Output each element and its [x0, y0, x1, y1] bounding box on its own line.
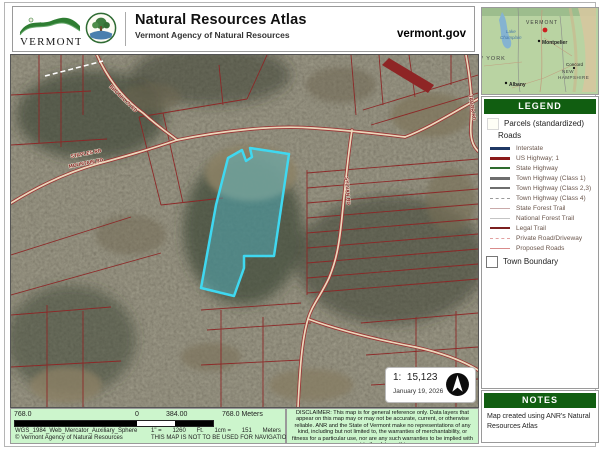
- lake-label-1: Lake: [506, 29, 516, 34]
- disclaimer-panel: DISCLAIMER: This map is for general refe…: [286, 408, 479, 444]
- road-item-label: Town Highway (Class 4): [516, 195, 586, 202]
- projection-label: WGS_1984_Web_Mercator_Auxiliary_Sphere: [15, 428, 137, 434]
- road-style-swatch: [490, 248, 510, 249]
- legend-town-boundary-item: Town Boundary: [482, 256, 598, 267]
- scalebar-panel: 768.0 0 384.00 768.0 Meters WGS_1984_Web…: [10, 408, 286, 444]
- anr-seal-icon: [85, 12, 117, 44]
- road-item-label: State Forest Trail: [516, 205, 566, 212]
- road-style-swatch: [490, 208, 510, 209]
- page-title: Natural Resources Atlas: [135, 12, 307, 28]
- road-item-label: Town Highway (Class 2,3): [516, 185, 591, 192]
- legend-header: LEGEND: [484, 99, 596, 114]
- legend-road-item: Town Highway (Class 4): [482, 193, 598, 203]
- notes-header: NOTES: [484, 393, 596, 408]
- notes-body: Map created using ANR's Natural Resource…: [482, 410, 598, 434]
- cm-scale-value: 151: [242, 428, 252, 434]
- road-item-label: Interstate: [516, 145, 543, 152]
- location-marker: [543, 28, 548, 33]
- road-style-swatch: [490, 198, 510, 199]
- cm-scale-unit: Meters: [263, 428, 281, 434]
- vermont-gov-link[interactable]: vermont.gov: [397, 28, 466, 40]
- legend-roads-group: Roads: [482, 130, 598, 141]
- moon-icon: [29, 18, 33, 22]
- road-item-label: Private Road/Driveway: [516, 235, 582, 242]
- nh-label-2: HAMPSHIRE: [558, 75, 589, 80]
- scalebar-mid-value: 384.00: [166, 411, 187, 418]
- map-date: January 19, 2026: [393, 388, 443, 395]
- road-style-swatch: [490, 167, 510, 169]
- page-subtitle: Vermont Agency of Natural Resources: [135, 30, 307, 40]
- scale-info-box: 1: 15,123 January 19, 2026: [385, 367, 476, 403]
- overview-map-canvas: VERMONT Lake Champlain Montpelier NEW YO…: [482, 8, 596, 92]
- header: VERMONT Natural Resources Atlas Vermont …: [12, 6, 475, 52]
- vermont-logo: VERMONT: [19, 10, 81, 48]
- road-item-label: State Highway: [516, 165, 558, 172]
- scalebar-zero-value: 0: [135, 411, 139, 418]
- scalebar-left-value: 768.0: [14, 411, 32, 418]
- disclaimer-text: DISCLAIMER: This map is for general refe…: [287, 409, 478, 444]
- legend-parcels-item: Parcels (standardized): [482, 118, 598, 129]
- road-style-swatch: [490, 157, 510, 160]
- overview-map[interactable]: VERMONT Lake Champlain Montpelier NEW YO…: [481, 7, 599, 95]
- parcels-label: Parcels (standardized): [504, 119, 584, 128]
- legend-road-item: Town Highway (Class 1): [482, 173, 598, 183]
- map-canvas[interactable]: BROOKLYN RD STAPLES RD MOUNTAIN RD SYLVA…: [10, 54, 479, 408]
- road-style-swatch: [490, 177, 510, 180]
- road-style-swatch: [490, 147, 510, 150]
- road-style-swatch: [490, 218, 510, 219]
- parcels-swatch: [487, 118, 499, 130]
- concord-label: Concord: [566, 62, 584, 67]
- legend-road-item: Private Road/Driveway: [482, 233, 598, 243]
- cm-scale-label: 1cm =: [214, 428, 231, 434]
- road-item-label: Town Highway (Class 1): [516, 175, 586, 182]
- scale-equivalents: 1" = 1260 Ft. 1cm = 151 Meters: [151, 428, 281, 434]
- notes-panel: NOTES Map created using ANR's Natural Re…: [481, 390, 599, 443]
- wordmark-text: VERMONT: [20, 36, 81, 48]
- ny-label: NEW YORK: [482, 56, 506, 62]
- copyright-label: © Vermont Agency of Natural Resources: [15, 435, 123, 441]
- legend-panel: LEGEND Parcels (standardized) Roads Inte…: [481, 96, 599, 389]
- road-item-label: Proposed Roads: [516, 245, 564, 252]
- lake-label-2: Champlain: [500, 35, 522, 40]
- capital-label: Montpelier: [542, 40, 567, 46]
- legend-road-item: National Forest Trail: [482, 213, 598, 223]
- town-boundary-swatch: [486, 256, 498, 268]
- inch-scale-value: 1260: [172, 428, 185, 434]
- inch-scale-unit: Ft.: [197, 428, 204, 434]
- title-block: Natural Resources Atlas Vermont Agency o…: [125, 12, 307, 46]
- legend-road-item: Proposed Roads: [482, 243, 598, 253]
- road-style-swatch: [490, 187, 510, 189]
- scalebar-right-value: 768.0 Meters: [222, 411, 263, 418]
- legend-road-item: Legal Trail: [482, 223, 598, 233]
- roads-group-label: Roads: [498, 131, 521, 140]
- road-item-label: US Highway; 1: [516, 155, 559, 162]
- scale-bar: [14, 420, 214, 427]
- state-label: VERMONT: [526, 20, 558, 26]
- legend-road-item: US Highway; 1: [482, 153, 598, 163]
- aerial-map: BROOKLYN RD STAPLES RD MOUNTAIN RD SYLVA…: [11, 55, 478, 407]
- legend-road-item: Interstate: [482, 143, 598, 153]
- north-arrow-icon: [445, 372, 470, 397]
- road-style-swatch: [490, 238, 510, 239]
- map-scale-ratio: 1: 15,123: [393, 372, 437, 383]
- road-item-label: National Forest Trail: [516, 215, 574, 222]
- navigation-warning: THIS MAP IS NOT TO BE USED FOR NAVIGATIO…: [151, 435, 291, 441]
- legend-road-item: State Highway: [482, 163, 598, 173]
- road-item-label: Legal Trail: [516, 225, 546, 232]
- legend-road-item: State Forest Trail: [482, 203, 598, 213]
- road-style-swatch: [490, 227, 510, 229]
- inch-scale-label: 1" =: [151, 428, 162, 434]
- albany-label: Albany: [509, 82, 526, 88]
- nh-label-1: NEW: [562, 69, 574, 74]
- legend-road-item: Town Highway (Class 2,3): [482, 183, 598, 193]
- town-boundary-label: Town Boundary: [503, 257, 558, 266]
